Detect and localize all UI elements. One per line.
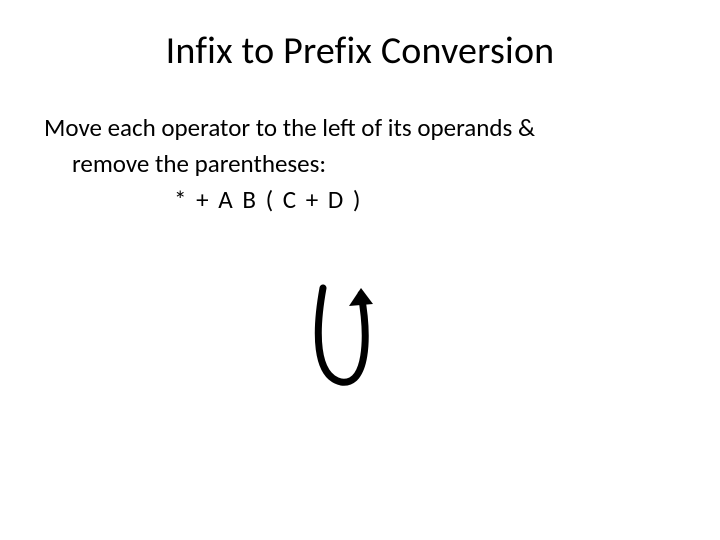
slide: Infix to Prefix Conversion Move each ope… [0, 0, 720, 540]
slide-title: Infix to Prefix Conversion [44, 28, 676, 74]
instruction-line-1: Move each operator to the left of its op… [44, 112, 676, 144]
expression-line: * + A B ( C + D ) [44, 184, 676, 216]
curved-arrow-icon [295, 280, 387, 398]
body-text: Move each operator to the left of its op… [44, 112, 676, 216]
instruction-line-2: remove the parentheses: [44, 148, 676, 180]
